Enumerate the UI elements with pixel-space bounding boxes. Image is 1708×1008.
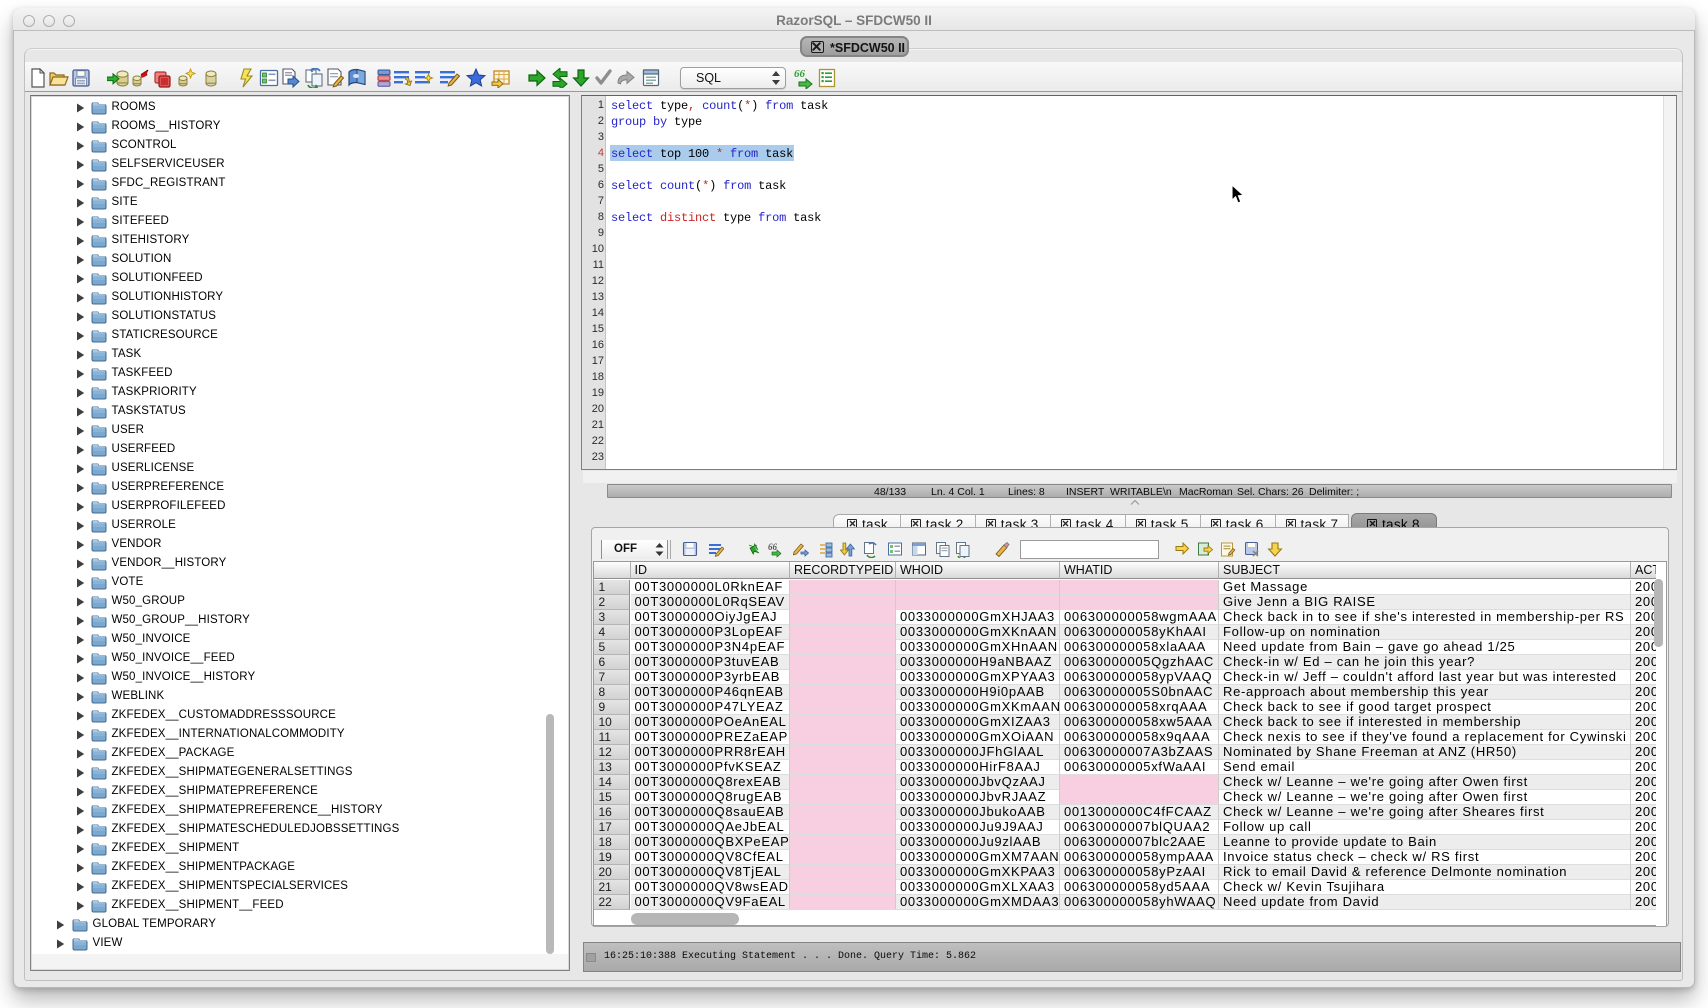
svg-text:66: 66 xyxy=(794,68,806,80)
svg-text:66: 66 xyxy=(768,542,778,552)
